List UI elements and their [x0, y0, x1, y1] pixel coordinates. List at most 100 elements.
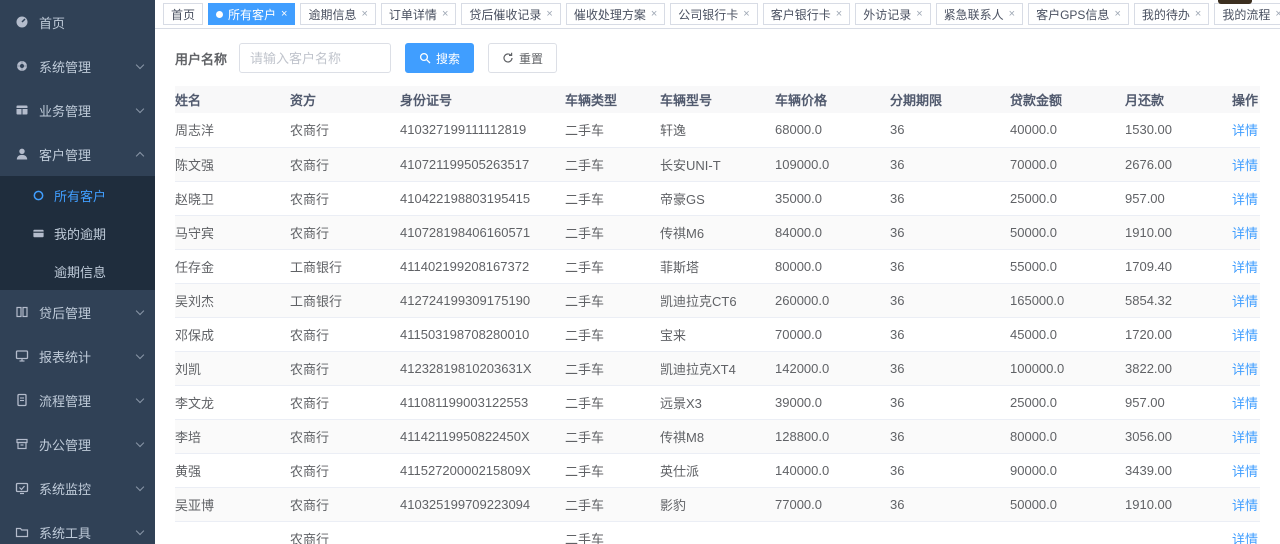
- cell-vehicle-type: 二手车: [565, 113, 660, 147]
- grid-icon: [14, 103, 30, 117]
- cell-funder: 农商行: [290, 317, 400, 351]
- tab-close-icon[interactable]: ×: [281, 9, 287, 20]
- detail-link[interactable]: 详情: [1232, 532, 1258, 544]
- detail-link[interactable]: 详情: [1232, 464, 1258, 479]
- table-row: 陈文强农商行410721199505263517二手车长安UNI-T109000…: [175, 147, 1260, 181]
- tab-close-icon[interactable]: ×: [361, 9, 367, 20]
- detail-link[interactable]: 详情: [1232, 226, 1258, 241]
- cell-vehicle-model: 长安UNI-T: [660, 147, 775, 181]
- detail-link[interactable]: 详情: [1232, 430, 1258, 445]
- detail-link[interactable]: 详情: [1232, 158, 1258, 173]
- cell-funder: 农商行: [290, 487, 400, 521]
- cell-vehicle-type: 二手车: [565, 215, 660, 249]
- cell-monthly-payment: 1709.40: [1125, 249, 1205, 283]
- customer-submenu: 所有客户 我的逾期 逾期信息: [0, 176, 155, 290]
- detail-link[interactable]: 详情: [1232, 396, 1258, 411]
- cell-vehicle-price: 68000.0: [775, 113, 890, 147]
- detail-link[interactable]: 详情: [1232, 294, 1258, 309]
- detail-link[interactable]: 详情: [1232, 498, 1258, 513]
- tab-close-icon[interactable]: ×: [1114, 9, 1120, 20]
- columns-icon: [14, 305, 30, 319]
- cell-vehicle-model: 菲斯塔: [660, 249, 775, 283]
- tab[interactable]: 所有客户×: [208, 3, 295, 25]
- sidebar-item-postloan[interactable]: 贷后管理: [0, 290, 155, 334]
- cell-vehicle-price: 140000.0: [775, 453, 890, 487]
- tab[interactable]: 首页: [163, 3, 203, 25]
- sidebar-item-overdue-info[interactable]: 逾期信息: [0, 252, 155, 290]
- table-row: 农商行二手车详情: [175, 521, 1260, 544]
- tab[interactable]: 订单详情 ×: [381, 3, 456, 25]
- tab[interactable]: 客户银行卡×: [763, 3, 850, 25]
- customer-table: 姓名 资方 身份证号 车辆类型 车辆型号 车辆价格 分期期限 贷款金额 月还款 …: [175, 86, 1260, 544]
- tab[interactable]: 我的流程×: [1214, 3, 1280, 25]
- sidebar-item-label: 办公管理: [39, 435, 91, 454]
- tab-close-icon[interactable]: ×: [1275, 9, 1280, 20]
- cell-name: 马守宾: [175, 215, 290, 249]
- col-header-vehicle-type: 车辆类型: [565, 86, 660, 113]
- cell-funder: 农商行: [290, 351, 400, 385]
- sidebar-item-tools[interactable]: 系统工具: [0, 510, 155, 544]
- tab-close-icon[interactable]: ×: [1009, 9, 1015, 20]
- tab[interactable]: 客户GPS信息×: [1028, 3, 1129, 25]
- cell-vehicle-model: 凯迪拉克XT4: [660, 351, 775, 385]
- cell-vehicle-model: 帝豪GS: [660, 181, 775, 215]
- sidebar-item-reports[interactable]: 报表统计: [0, 334, 155, 378]
- search-button[interactable]: 搜索: [405, 43, 474, 73]
- detail-link[interactable]: 详情: [1232, 362, 1258, 377]
- tab-close-icon[interactable]: ×: [916, 9, 922, 20]
- sidebar-item-system[interactable]: 系统管理: [0, 44, 155, 88]
- cell-name: 赵晓卫: [175, 181, 290, 215]
- cell-vehicle-model: 远景X3: [660, 385, 775, 419]
- sidebar-item-monitor[interactable]: 系统监控: [0, 466, 155, 510]
- sidebar-item-office[interactable]: 办公管理: [0, 422, 155, 466]
- tab-close-icon[interactable]: ×: [546, 9, 552, 20]
- tab-close-icon[interactable]: ×: [651, 9, 657, 20]
- tab-label: 首页: [171, 6, 195, 23]
- sidebar-item-process[interactable]: 流程管理: [0, 378, 155, 422]
- ring-icon: [30, 188, 46, 202]
- cell-id-number: 41152720000215809X: [400, 453, 565, 487]
- cell-actions: 详情: [1205, 249, 1260, 283]
- cell-id-number: 410327199111112819: [400, 113, 565, 147]
- tab[interactable]: 我的待办×: [1134, 3, 1209, 25]
- top-right-image-fragment: [1218, 0, 1252, 4]
- cell-loan-amount: 40000.0: [1010, 113, 1125, 147]
- chevron-down-icon: [136, 438, 144, 446]
- cell-loan-amount: 25000.0: [1010, 385, 1125, 419]
- cell-id-number: 410728198406160571: [400, 215, 565, 249]
- tab[interactable]: 催收处理方案×: [566, 3, 665, 25]
- sidebar-item-business[interactable]: 业务管理: [0, 88, 155, 132]
- tab-close-icon[interactable]: ×: [743, 9, 749, 20]
- cell-vehicle-model: 传祺M6: [660, 215, 775, 249]
- detail-link[interactable]: 详情: [1232, 192, 1258, 207]
- cell-actions: 详情: [1205, 487, 1260, 521]
- tab-close-icon[interactable]: ×: [1195, 9, 1201, 20]
- tab-close-icon[interactable]: ×: [836, 9, 842, 20]
- cell-monthly-payment: 5854.32: [1125, 283, 1205, 317]
- cell-periods: 36: [890, 147, 1010, 181]
- sidebar-item-home[interactable]: 首页: [0, 0, 155, 44]
- monitor-check-icon: [14, 481, 30, 495]
- cell-name: 陈文强: [175, 147, 290, 181]
- tab[interactable]: 逾期信息×: [300, 3, 375, 25]
- sidebar-item-all-customers[interactable]: 所有客户: [0, 176, 155, 214]
- tab[interactable]: 外访记录×: [855, 3, 930, 25]
- tab-close-icon[interactable]: ×: [442, 9, 448, 20]
- detail-link[interactable]: 详情: [1232, 328, 1258, 343]
- cell-name: 李培: [175, 419, 290, 453]
- tab-label: 订单详情: [389, 6, 437, 23]
- customer-name-input[interactable]: [239, 43, 391, 73]
- cell-funder: 农商行: [290, 419, 400, 453]
- cell-name: 黄强: [175, 453, 290, 487]
- tab[interactable]: 贷后催收记录×: [461, 3, 560, 25]
- cell-vehicle-price: 128800.0: [775, 419, 890, 453]
- monitor-icon: [14, 349, 30, 363]
- sidebar-item-customer[interactable]: 客户管理: [0, 132, 155, 176]
- tab[interactable]: 公司银行卡×: [670, 3, 757, 25]
- tab[interactable]: 紧急联系人×: [936, 3, 1023, 25]
- sidebar-item-my-overdue[interactable]: 我的逾期: [0, 214, 155, 252]
- reset-button[interactable]: 重置: [488, 43, 557, 73]
- detail-link[interactable]: 详情: [1232, 123, 1258, 138]
- cell-loan-amount: 55000.0: [1010, 249, 1125, 283]
- detail-link[interactable]: 详情: [1232, 260, 1258, 275]
